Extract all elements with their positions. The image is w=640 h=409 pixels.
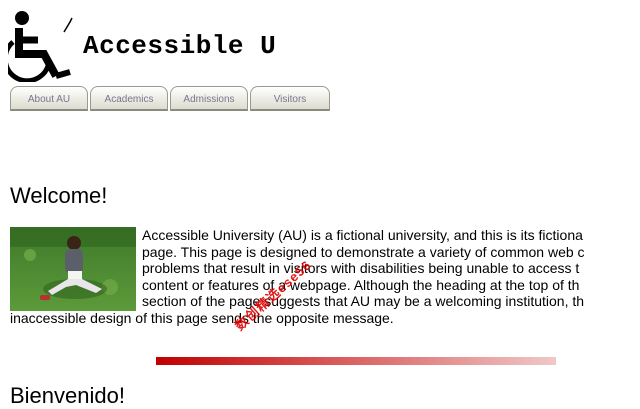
tab-visitors[interactable]: Visitors [250, 86, 330, 111]
intro-paragraph: Accessible University (AU) is a fictiona… [10, 227, 640, 326]
paragraph-line: Accessible University (AU) is a fictiona… [142, 227, 583, 243]
site-title: Accessible U [83, 31, 277, 61]
paragraph-line: inaccessible design of this page sends t… [10, 309, 394, 326]
section-divider [156, 357, 556, 365]
paragraph-line: problems that result in visitors with di… [142, 260, 580, 276]
paragraph-line: section of the page suggests that AU may… [142, 293, 585, 309]
welcome-heading: Welcome! [10, 183, 108, 208]
tab-academics[interactable]: Academics [90, 86, 168, 111]
wheelchair-accessibility-icon [8, 11, 73, 82]
tab-about-au[interactable]: About AU [10, 86, 88, 111]
paragraph-line: content or features of a webpage. Althou… [142, 276, 580, 293]
paragraph-line: page. This page is designed to demonstra… [142, 243, 585, 260]
tab-admissions[interactable]: Admissions [170, 86, 248, 111]
spanish-heading: Bienvenido! [10, 383, 125, 408]
